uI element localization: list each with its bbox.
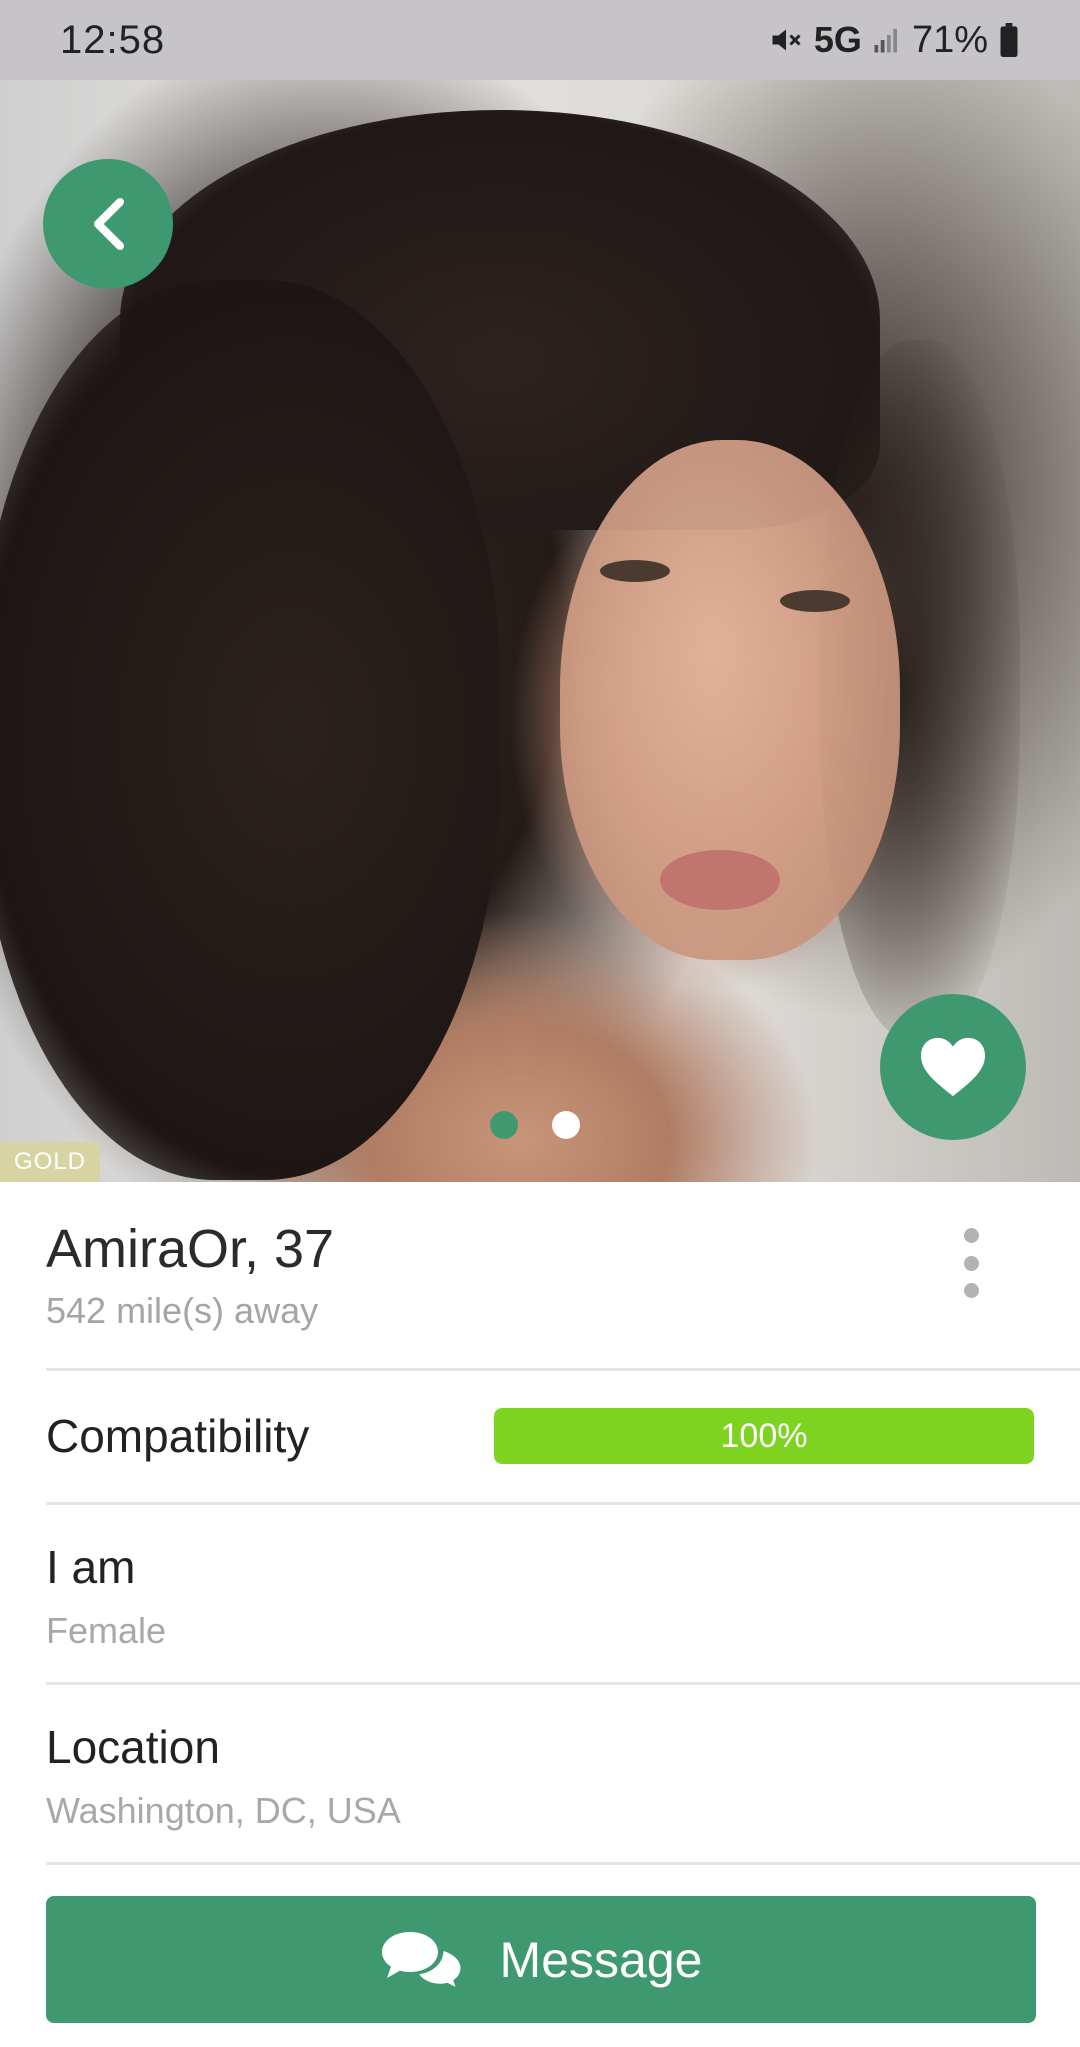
message-button[interactable]: Message (46, 1896, 1036, 2023)
profile-header: AmiraOr, 37 542 mile(s) away (46, 1218, 1036, 1368)
compatibility-label: Compatibility (46, 1410, 310, 1462)
profile-name-age: AmiraOr, 37 (46, 1219, 335, 1279)
like-button[interactable] (880, 994, 1026, 1140)
back-button[interactable] (43, 159, 173, 289)
profile-distance: 542 mile(s) away (46, 1290, 319, 1331)
gold-badge: GOLD (0, 1142, 101, 1182)
divider (46, 1682, 1080, 1685)
chat-bubbles-icon (381, 1931, 464, 1992)
divider (46, 1368, 1080, 1371)
message-button-label: Message (499, 1931, 703, 1988)
divider (46, 1502, 1080, 1505)
field-location: Location Washington, DC, USA (46, 1720, 1036, 1832)
field-label: I am (46, 1541, 136, 1593)
profile-screen: 12:58 5G 71% GOLD AmiraOr, 37 542 mile(s… (0, 0, 1080, 2047)
network-type: 5G (813, 19, 862, 60)
more-options-icon[interactable] (956, 1228, 986, 1298)
divider (46, 1862, 1080, 1865)
compatibility-value: 100% (720, 1416, 808, 1455)
status-time: 12:58 (60, 17, 166, 62)
compatibility-row: Compatibility 100% (46, 1372, 1036, 1500)
battery-percent: 71% (911, 18, 988, 61)
field-gender: I am Female (46, 1540, 1036, 1652)
field-value: Female (46, 1610, 167, 1651)
heart-icon (921, 1037, 985, 1097)
compatibility-bar: 100% (494, 1408, 1034, 1464)
field-value: Washington, DC, USA (46, 1790, 401, 1831)
field-label: Location (46, 1721, 220, 1773)
battery-icon (998, 23, 1020, 57)
status-indicators: 5G 71% (768, 19, 1020, 62)
carousel-dot[interactable] (552, 1111, 580, 1139)
carousel-dot-active[interactable] (490, 1111, 518, 1139)
photo-carousel-indicator (490, 1111, 580, 1139)
chevron-left-icon (94, 198, 124, 250)
status-bar: 12:58 5G 71% (0, 0, 1080, 80)
signal-icon (872, 25, 902, 55)
mute-icon (768, 22, 804, 58)
